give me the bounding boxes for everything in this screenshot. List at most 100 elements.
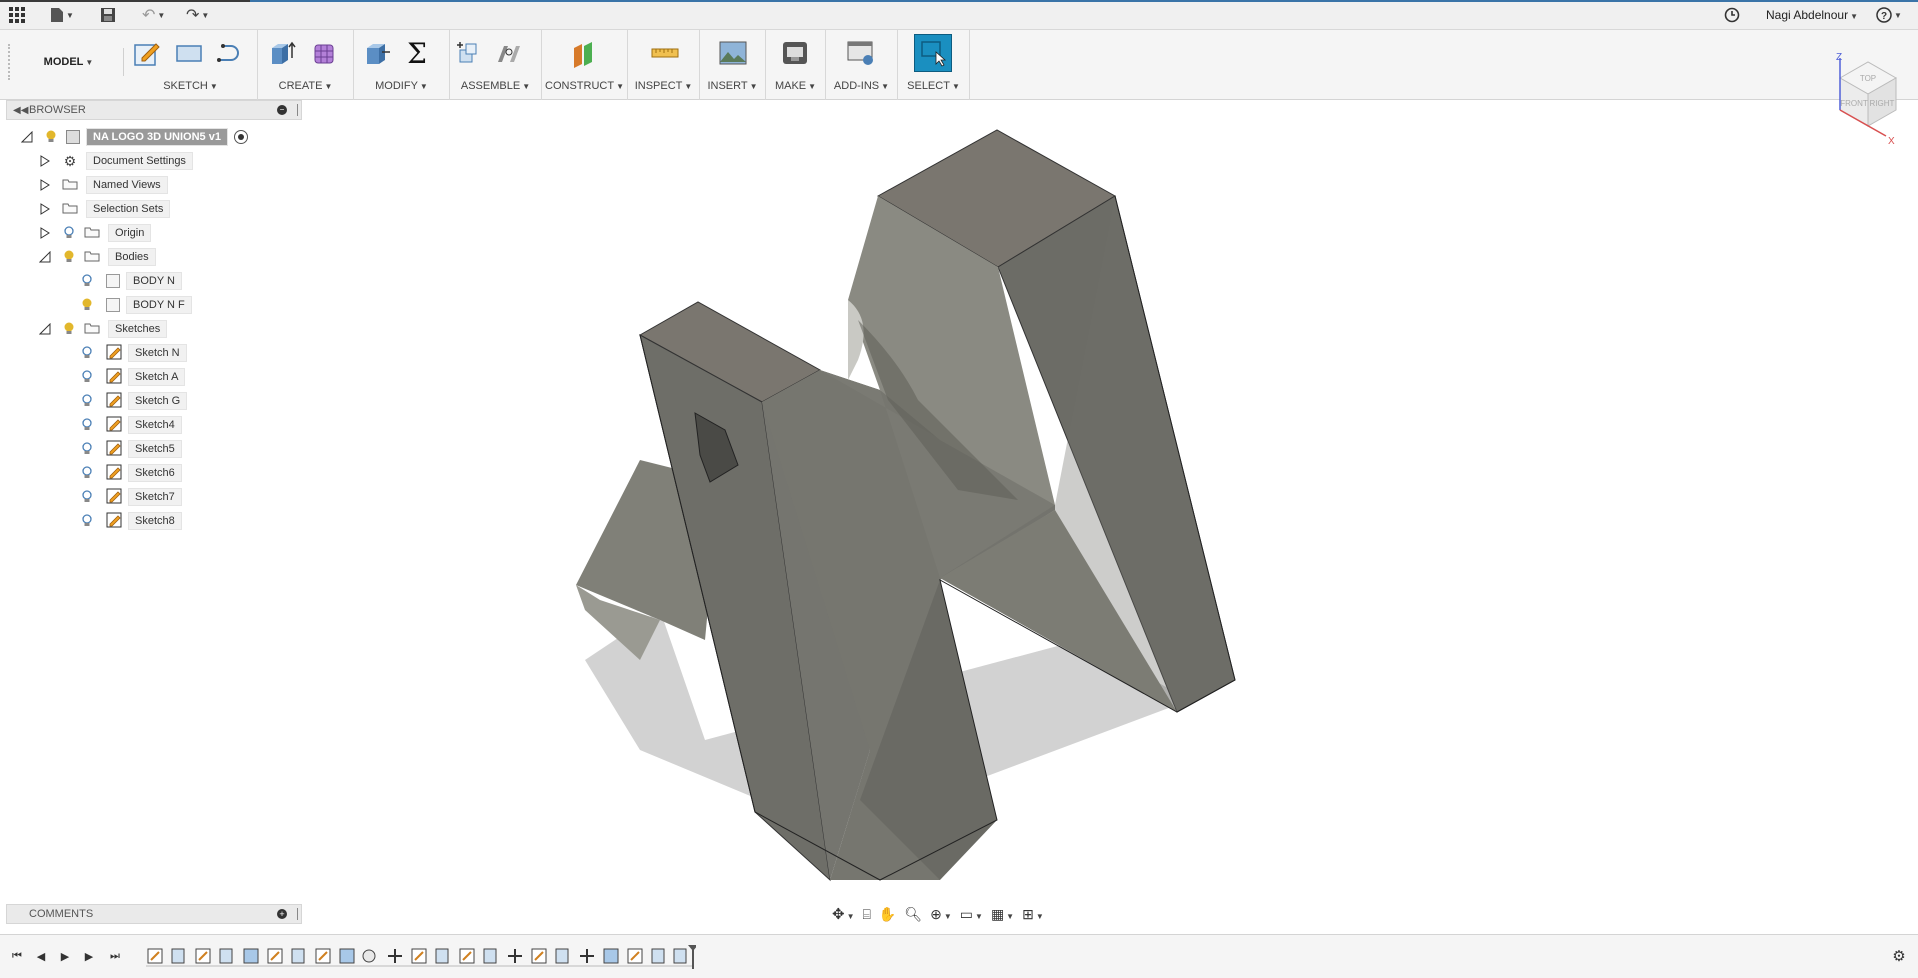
visibility-bulb-off-icon[interactable]: [80, 394, 94, 408]
tree-item-selection-sets[interactable]: Selection Sets: [38, 198, 171, 220]
visibility-bulb-icon[interactable]: [62, 250, 76, 264]
go-to-end-button[interactable]: ⏭: [106, 947, 124, 965]
step-forward-button[interactable]: ▶: [80, 947, 98, 965]
sketch-menu[interactable]: SKETCH ▼: [124, 80, 257, 92]
visibility-bulb-off-icon[interactable]: [62, 226, 76, 240]
collapsed-triangle-icon[interactable]: [38, 154, 52, 168]
view-cube-right-label[interactable]: RIGHT: [1870, 99, 1895, 108]
collapsed-triangle-icon[interactable]: [38, 178, 52, 192]
visibility-bulb-icon[interactable]: [44, 130, 58, 144]
collapse-browser-icon[interactable]: ◀◀: [13, 105, 28, 116]
visibility-bulb-off-icon[interactable]: [80, 490, 94, 504]
add-comment-icon[interactable]: +: [277, 909, 287, 919]
create-menu[interactable]: CREATE ▼: [258, 80, 353, 92]
tree-item-sketch[interactable]: Sketch5: [80, 438, 182, 460]
tree-item-sketch[interactable]: Sketch G: [80, 390, 188, 412]
tree-item-sketch[interactable]: Sketch4: [80, 414, 182, 436]
measure-button[interactable]: [648, 36, 682, 70]
tree-item-named-views[interactable]: Named Views: [38, 174, 168, 196]
workspace-switcher[interactable]: MODEL ▼: [14, 48, 124, 76]
timeline-settings-button[interactable]: ⚙: [1890, 947, 1908, 965]
visibility-bulb-icon[interactable]: [80, 298, 94, 312]
tree-item-sketch[interactable]: Sketch6: [80, 462, 182, 484]
expanded-triangle-icon[interactable]: [20, 130, 34, 144]
insert-canvas-button[interactable]: [716, 36, 750, 70]
expanded-triangle-icon[interactable]: [38, 250, 52, 264]
ribbon-grip[interactable]: [8, 44, 12, 80]
undo-button[interactable]: ↶ ▼: [142, 4, 165, 26]
visibility-bulb-off-icon[interactable]: [80, 346, 94, 360]
display-settings-icon[interactable]: ▭ ▼: [960, 906, 983, 923]
go-to-start-button[interactable]: ⏮: [8, 947, 26, 965]
make-menu[interactable]: MAKE ▼: [766, 80, 825, 92]
minimize-panel-icon[interactable]: −: [277, 105, 287, 115]
assemble-menu[interactable]: ASSEMBLE ▼: [450, 80, 541, 92]
tree-root-node[interactable]: NA LOGO 3D UNION5 v1: [20, 126, 248, 148]
tree-item-body[interactable]: BODY N F: [80, 294, 192, 316]
view-cube[interactable]: TOP FRONT RIGHT Z X: [1810, 48, 1910, 148]
job-status-button[interactable]: [1724, 4, 1740, 26]
extrude-button[interactable]: [266, 36, 300, 70]
view-cube-front-label[interactable]: FRONT: [1840, 99, 1868, 108]
view-cube-top-label[interactable]: TOP: [1860, 74, 1876, 83]
file-menu-button[interactable]: ▼: [50, 4, 74, 26]
tree-item-document-settings[interactable]: ⚙ Document Settings: [38, 150, 193, 172]
look-at-icon[interactable]: ⌸: [863, 906, 871, 923]
visibility-bulb-off-icon[interactable]: [80, 514, 94, 528]
timeline-marker[interactable]: [688, 945, 698, 969]
save-button[interactable]: [100, 4, 116, 26]
zoom-icon[interactable]: 🔍︎: [904, 906, 922, 923]
visibility-bulb-off-icon[interactable]: [80, 442, 94, 456]
timeline-features[interactable]: [146, 948, 694, 967]
browser-panel-header[interactable]: ◀◀ BROWSER −: [6, 100, 302, 120]
tree-item-bodies[interactable]: Bodies: [38, 246, 156, 268]
step-back-button[interactable]: ◀: [32, 947, 50, 965]
visibility-bulb-icon[interactable]: [62, 322, 76, 336]
user-account-menu[interactable]: Nagi Abdelnour ▼: [1766, 8, 1858, 22]
compute-all-button[interactable]: Σ: [400, 36, 434, 70]
collapsed-triangle-icon[interactable]: [38, 202, 52, 216]
new-component-button[interactable]: [452, 36, 486, 70]
modify-menu[interactable]: MODIFY ▼: [354, 80, 449, 92]
tree-item-sketch[interactable]: Sketch8: [80, 510, 182, 532]
visibility-bulb-off-icon[interactable]: [80, 418, 94, 432]
pan-hand-icon[interactable]: ✋: [879, 906, 896, 923]
tree-item-sketch[interactable]: Sketch7: [80, 486, 182, 508]
offset-plane-button[interactable]: [568, 36, 602, 70]
tree-item-origin[interactable]: Origin: [38, 222, 152, 244]
tree-item-body[interactable]: BODY N: [80, 270, 182, 292]
collapsed-triangle-icon[interactable]: [38, 226, 52, 240]
press-pull-button[interactable]: [360, 36, 394, 70]
fit-zoom-icon[interactable]: ⊕ ▼: [930, 906, 952, 923]
rectangle-button[interactable]: [172, 36, 206, 70]
panel-resize-handle[interactable]: [297, 104, 299, 116]
app-grid-icon[interactable]: [8, 4, 26, 26]
select-menu[interactable]: SELECT ▼: [898, 80, 969, 92]
comments-panel-header[interactable]: COMMENTS +: [6, 904, 302, 924]
orbit-icon[interactable]: ✥ ▼: [832, 905, 855, 923]
viewports-icon[interactable]: ⊞ ▼: [1022, 906, 1044, 923]
addins-menu[interactable]: ADD-INS ▼: [826, 80, 897, 92]
visibility-bulb-off-icon[interactable]: [80, 274, 94, 288]
activate-radio-icon[interactable]: [233, 130, 248, 144]
redo-button[interactable]: ↷ ▼: [186, 4, 209, 26]
line-button[interactable]: [214, 36, 248, 70]
select-tool-button[interactable]: [914, 34, 952, 72]
inspect-menu[interactable]: INSPECT ▼: [628, 80, 699, 92]
model-viewport[interactable]: [300, 100, 1900, 900]
3d-print-button[interactable]: [778, 36, 812, 70]
tree-item-sketches[interactable]: Sketches: [38, 318, 168, 340]
create-sketch-button[interactable]: [130, 36, 164, 70]
construct-menu[interactable]: CONSTRUCT ▼: [542, 80, 627, 92]
tree-item-sketch[interactable]: Sketch N: [80, 342, 187, 364]
form-button[interactable]: [308, 36, 342, 70]
panel-resize-handle[interactable]: [297, 908, 299, 920]
grid-settings-icon[interactable]: ▦ ▼: [991, 906, 1014, 923]
joint-button[interactable]: [492, 36, 526, 70]
tree-item-sketch[interactable]: Sketch A: [80, 366, 186, 388]
visibility-bulb-off-icon[interactable]: [80, 466, 94, 480]
visibility-bulb-off-icon[interactable]: [80, 370, 94, 384]
help-button[interactable]: ? ▼: [1876, 4, 1902, 26]
insert-menu[interactable]: INSERT ▼: [700, 80, 765, 92]
scripts-addins-button[interactable]: [844, 36, 878, 70]
